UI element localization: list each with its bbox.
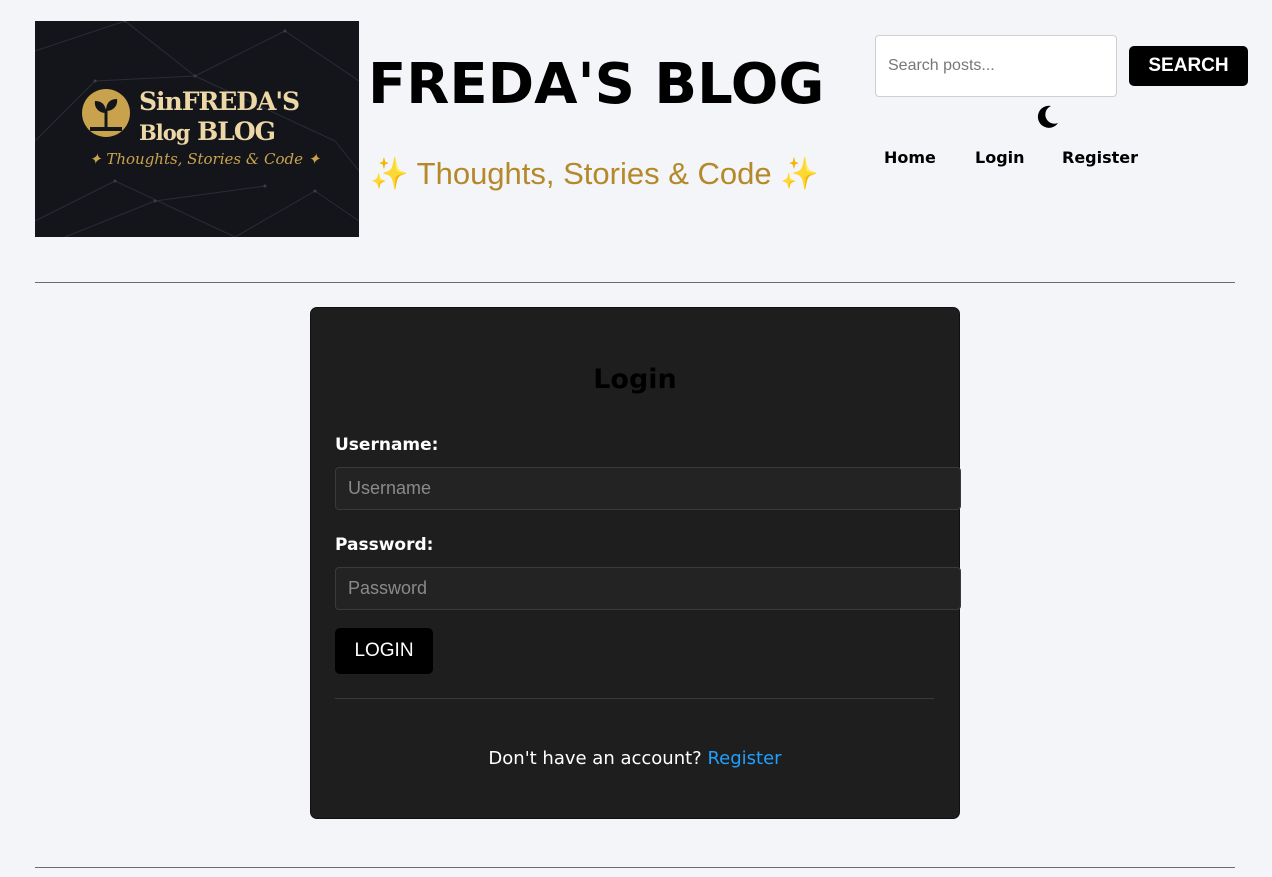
- site-logo[interactable]: SinFREDA'S Blog BLOG ✦ Thoughts, Stories…: [35, 21, 359, 237]
- register-prompt-line: Don't have an account? Register: [310, 748, 960, 769]
- password-label: Password:: [335, 535, 434, 555]
- logo-tagline: ✦ Thoughts, Stories & Code ✦: [89, 150, 321, 168]
- header-divider: [35, 282, 1235, 283]
- logo-text-blog-big: BLOG: [197, 117, 276, 146]
- logo-text-line1: SinFREDA'S: [139, 87, 300, 116]
- nav-login[interactable]: Login: [975, 148, 1025, 167]
- login-button[interactable]: LOGIN: [335, 628, 433, 674]
- login-title: Login: [593, 364, 677, 395]
- register-link[interactable]: Register: [707, 748, 781, 769]
- footer-divider: [35, 867, 1235, 868]
- logo-text-blog-small: Blog: [139, 120, 190, 145]
- username-label: Username:: [335, 435, 439, 455]
- username-field[interactable]: [335, 467, 961, 510]
- search-button[interactable]: SEARCH: [1129, 46, 1248, 86]
- search-input[interactable]: [875, 35, 1117, 97]
- password-field[interactable]: [335, 567, 961, 610]
- theme-toggle-button[interactable]: [1035, 102, 1061, 130]
- site-tagline: ✨ Thoughts, Stories & Code ✨: [370, 156, 819, 191]
- register-prompt-text: Don't have an account?: [488, 748, 702, 769]
- sprout-icon: [82, 89, 130, 137]
- site-title: FREDA'S BLOG: [368, 52, 825, 117]
- nav-register[interactable]: Register: [1062, 148, 1138, 167]
- card-divider: [335, 698, 934, 699]
- moon-icon: [1037, 105, 1058, 128]
- page: SinFREDA'S Blog BLOG ✦ Thoughts, Stories…: [0, 0, 1272, 877]
- nav-home[interactable]: Home: [884, 148, 936, 167]
- logo-text-line2: Blog BLOG: [139, 117, 276, 146]
